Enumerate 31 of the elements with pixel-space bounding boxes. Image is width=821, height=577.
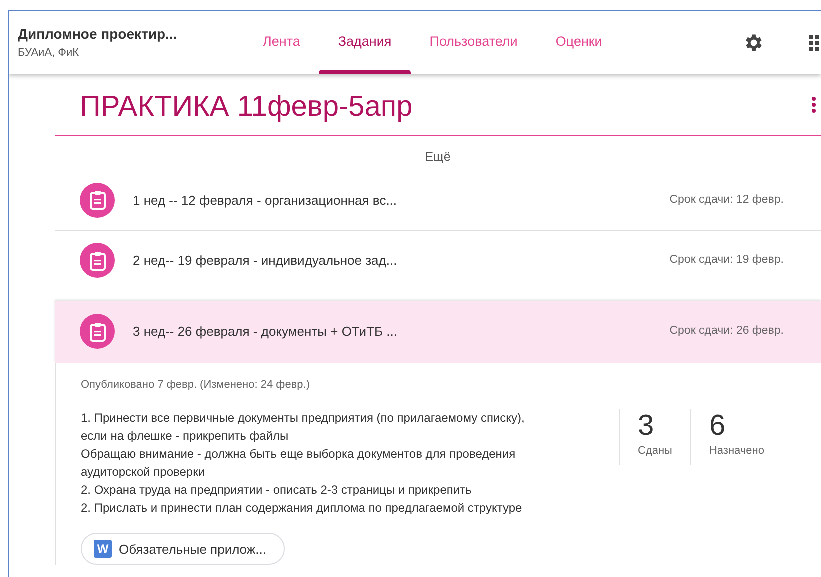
published-date: Опубликовано 7 февр. (Изменено: 24 февр.) (81, 378, 311, 393)
assignment-icon (80, 243, 115, 278)
course-title: Дипломное проектир... (18, 24, 178, 44)
more-options-icon[interactable] (812, 97, 816, 113)
stat-label: Назначено (709, 444, 764, 460)
attachment-chip[interactable]: W Обязательные прилож... (81, 533, 286, 566)
apps-icon[interactable] (809, 34, 821, 52)
due-date: Срок сдачи: 19 февр. (670, 253, 784, 268)
assignment-icon (80, 314, 115, 350)
assignment-icon (80, 182, 115, 218)
more-link[interactable]: Ещё (425, 150, 451, 164)
assignment-row[interactable]: 2 нед-- 19 февраля - индивидуальное зад... Срок сдачи: 19 февр. (55, 230, 821, 291)
assignment-title: 2 нед-- 19 февраля - индивидуальное зад... (133, 252, 398, 270)
assignment-description: 1. Принести все первичные документы предприятия (по прилагаемому списку), если на флешке - прикрепить файлы Обращаю внимание - должна быть еще выборка документов для проведения аудиторской проверки 2. Охрана труда на предприятии - описать 2-3 страницы и прикрепить 2. Прислать и принести план содержания диплома по предлагаемой структуре (81, 410, 526, 518)
assignment-title: 3 нед-- 26 февраля - документы + ОТиТБ ... (133, 323, 398, 341)
assignment-row[interactable]: 1 нед -- 12 февраля - организационная вс... Срок сдачи: 12 февр. (55, 170, 821, 231)
due-date: Срок сдачи: 12 февр. (670, 192, 784, 208)
nav-tab[interactable]: Задания (319, 11, 411, 74)
stat-label: Сданы (638, 444, 672, 460)
course-subtitle: БУАиА, ФиК (18, 46, 80, 61)
assignment-title: 1 нед -- 12 февраля - организационная вс... (133, 192, 398, 210)
nav-tab[interactable]: Пользователи (410, 11, 537, 74)
stat-count: 6 (709, 409, 727, 444)
stat-count: 3 (638, 409, 656, 444)
attachment-name: Обязательные прилож... (119, 540, 266, 559)
topic-title: ПРАКТИКА 11февр-5апр (79, 90, 413, 125)
nav-tab[interactable]: Лента (244, 11, 320, 74)
due-date: Срок сдачи: 26 февр. (670, 324, 784, 340)
document-badge: W (94, 540, 112, 558)
assignment-row[interactable]: 3 нед-- 26 февраля - документы + ОТиТБ ... Срок сдачи: 26 февр. (55, 300, 821, 363)
nav-tab[interactable]: Оценки (536, 11, 622, 74)
